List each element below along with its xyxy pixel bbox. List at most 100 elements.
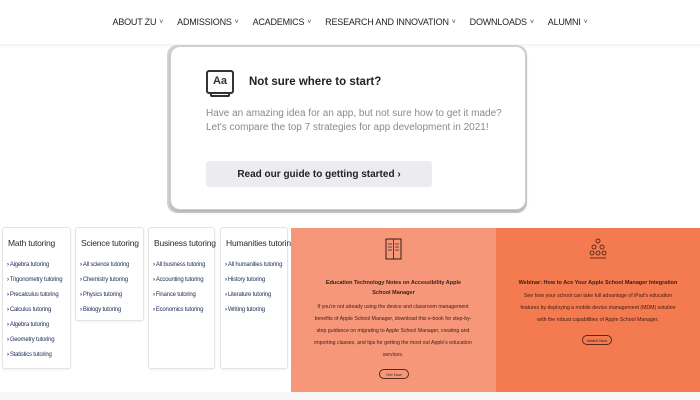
tutoring-link[interactable]: ›All science tutoring xyxy=(80,258,129,273)
top-navigation: ABOUT ZU ˅ ADMISSIONS ˅ ACADEMICS ˅ RESEARC… xyxy=(0,0,700,45)
link-list: ›All humanities tutoring ›History tutori… xyxy=(225,258,282,318)
column-title: Business tutoring xyxy=(154,238,216,248)
link-label: Statistics tutoring xyxy=(9,352,52,358)
chevron-right-icon: › xyxy=(7,337,9,343)
tutoring-link[interactable]: ›Trigonometry tutoring xyxy=(7,273,63,288)
link-label: All science tutoring xyxy=(82,262,130,268)
tutoring-link[interactable]: ›All business tutoring xyxy=(153,258,206,273)
nav-label: ADMISSIONS xyxy=(177,17,232,27)
nav-academics[interactable]: ACADEMICS ˅ xyxy=(253,17,312,27)
get-now-button[interactable]: Get Now xyxy=(379,369,409,379)
link-list: ›Algebra tutoring ›Trigonometry tutoring… xyxy=(7,258,63,363)
tutoring-link[interactable]: ›Physics tutoring xyxy=(80,288,129,303)
chevron-right-icon: › xyxy=(225,307,227,313)
guide-card-title: Not sure where to start? xyxy=(249,76,382,88)
webinar-promo-panel: Webinar: How to Ace Your Apple School Ma… xyxy=(496,228,700,392)
chevron-right-icon: › xyxy=(80,307,82,313)
link-list: ›All science tutoring ›Chemistry tutorin… xyxy=(80,258,129,318)
book-icon: Aa xyxy=(206,70,234,97)
chevron-right-icon: › xyxy=(80,292,82,298)
chevron-right-icon: › xyxy=(7,262,9,268)
watch-now-button[interactable]: Watch Now xyxy=(582,335,612,345)
chevron-right-icon: › xyxy=(153,277,155,283)
chevron-down-icon: ˅ xyxy=(583,18,588,26)
link-label: All humanities tutoring xyxy=(227,262,283,268)
column-title: Math tutoring xyxy=(8,238,56,248)
promo-title: Webinar: How to Ace Your Apple School Ma… xyxy=(518,280,678,286)
chevron-right-icon: › xyxy=(80,262,82,268)
chevron-down-icon: ˅ xyxy=(529,18,534,26)
column-title: Humanities tutoring xyxy=(226,238,296,248)
link-label: Writing tutoring xyxy=(227,307,265,313)
tutoring-link[interactable]: ›Calculus tutoring xyxy=(7,303,62,318)
science-tutoring-column: Science tutoring ›All science tutoring ›… xyxy=(75,227,144,321)
tutoring-link[interactable]: ›Accounting tutoring xyxy=(153,273,205,288)
humanities-tutoring-column: Humanities tutoring ›All humanities tuto… xyxy=(220,227,296,369)
nav-admissions[interactable]: ADMISSIONS ˅ xyxy=(177,17,239,27)
tutoring-link[interactable]: ›Economics tutoring xyxy=(153,303,205,318)
chevron-right-icon: › xyxy=(7,292,9,298)
tutoring-link[interactable]: ›Chemistry tutoring xyxy=(80,273,129,288)
link-label: Calculus tutoring xyxy=(9,307,52,313)
nav-downloads[interactable]: DOWNLOADS ˅ xyxy=(470,17,534,27)
chevron-right-icon: › xyxy=(7,352,9,358)
promo-title: Education Technology Notes on Accessibil… xyxy=(325,280,462,296)
tutoring-link[interactable]: ›Algebra tutoring xyxy=(7,318,62,333)
nav-research[interactable]: RESEARCH AND INNOVATION ˅ xyxy=(325,17,456,27)
tutoring-link[interactable]: ›Finance tutoring xyxy=(153,288,205,303)
nav-label: ABOUT ZU xyxy=(112,17,157,27)
chevron-right-icon: › xyxy=(80,277,82,283)
nav-label: ALUMNI xyxy=(547,17,581,27)
ebook-promo-panel: Education Technology Notes on Accessibil… xyxy=(291,228,496,392)
link-label: Geometry tutoring xyxy=(9,337,55,343)
tutoring-link[interactable]: ›Precalculus tutoring xyxy=(7,288,62,303)
link-label: Algebra tutoring xyxy=(9,322,49,328)
nav-about[interactable]: ABOUT ZU ˅ xyxy=(113,17,164,27)
footer-strip xyxy=(0,392,700,400)
link-label: All business tutoring xyxy=(155,262,206,268)
book-icon xyxy=(385,238,402,260)
chevron-right-icon: › xyxy=(225,292,227,298)
tutoring-link[interactable]: ›History tutoring xyxy=(225,273,282,288)
chevron-right-icon: › xyxy=(153,262,155,268)
link-label: Literature tutoring xyxy=(227,292,272,298)
column-title: Science tutoring xyxy=(81,238,139,248)
link-label: Physics tutoring xyxy=(82,292,122,298)
chevron-right-icon: › xyxy=(7,307,9,313)
link-list: ›All business tutoring ›Accounting tutor… xyxy=(153,258,206,318)
link-label: Trigonometry tutoring xyxy=(9,277,63,283)
tutoring-link[interactable]: ›Writing tutoring xyxy=(225,303,282,318)
math-tutoring-column: Math tutoring ›Algebra tutoring ›Trigono… xyxy=(2,227,71,369)
read-guide-button[interactable]: Read our guide to getting started › xyxy=(206,161,432,187)
tutoring-link[interactable]: ›Literature tutoring xyxy=(225,288,282,303)
link-label: Biology tutoring xyxy=(82,307,121,313)
chevron-down-icon: ˅ xyxy=(159,18,164,26)
tutoring-link[interactable]: ›All humanities tutoring xyxy=(225,258,282,273)
business-tutoring-column: Business tutoring ›All business tutoring… xyxy=(148,227,216,369)
people-icon xyxy=(589,238,607,259)
chevron-right-icon: › xyxy=(7,322,9,328)
chevron-down-icon: ˅ xyxy=(234,18,239,26)
link-label: Accounting tutoring xyxy=(155,277,204,283)
promo-text: See how your school can take full advant… xyxy=(520,293,676,323)
link-label: Algebra tutoring xyxy=(9,262,49,268)
link-label: Finance tutoring xyxy=(155,292,196,298)
link-label: Chemistry tutoring xyxy=(82,277,128,283)
chevron-down-icon: ˅ xyxy=(307,18,312,26)
tutoring-link[interactable]: ›Geometry tutoring xyxy=(7,333,62,348)
chevron-right-icon: › xyxy=(225,262,227,268)
nav-alumni[interactable]: ALUMNI ˅ xyxy=(548,17,588,27)
link-label: Economics tutoring xyxy=(155,307,204,313)
chevron-down-icon: ˅ xyxy=(451,18,456,26)
link-label: Precalculus tutoring xyxy=(9,292,59,298)
tutoring-link[interactable]: ›Statistics tutoring xyxy=(7,348,62,363)
chevron-right-icon: › xyxy=(153,307,155,313)
chevron-right-icon: › xyxy=(153,292,155,298)
tutoring-link[interactable]: ›Algebra tutoring xyxy=(7,258,62,273)
nav-label: ACADEMICS xyxy=(252,17,305,27)
nav-label: RESEARCH AND INNOVATION xyxy=(325,17,449,27)
chevron-right-icon: › xyxy=(7,277,9,283)
guide-card-text: Have an amazing idea for an app, but not… xyxy=(206,108,502,133)
nav-label: DOWNLOADS xyxy=(469,17,527,27)
tutoring-link[interactable]: ›Biology tutoring xyxy=(80,303,129,318)
